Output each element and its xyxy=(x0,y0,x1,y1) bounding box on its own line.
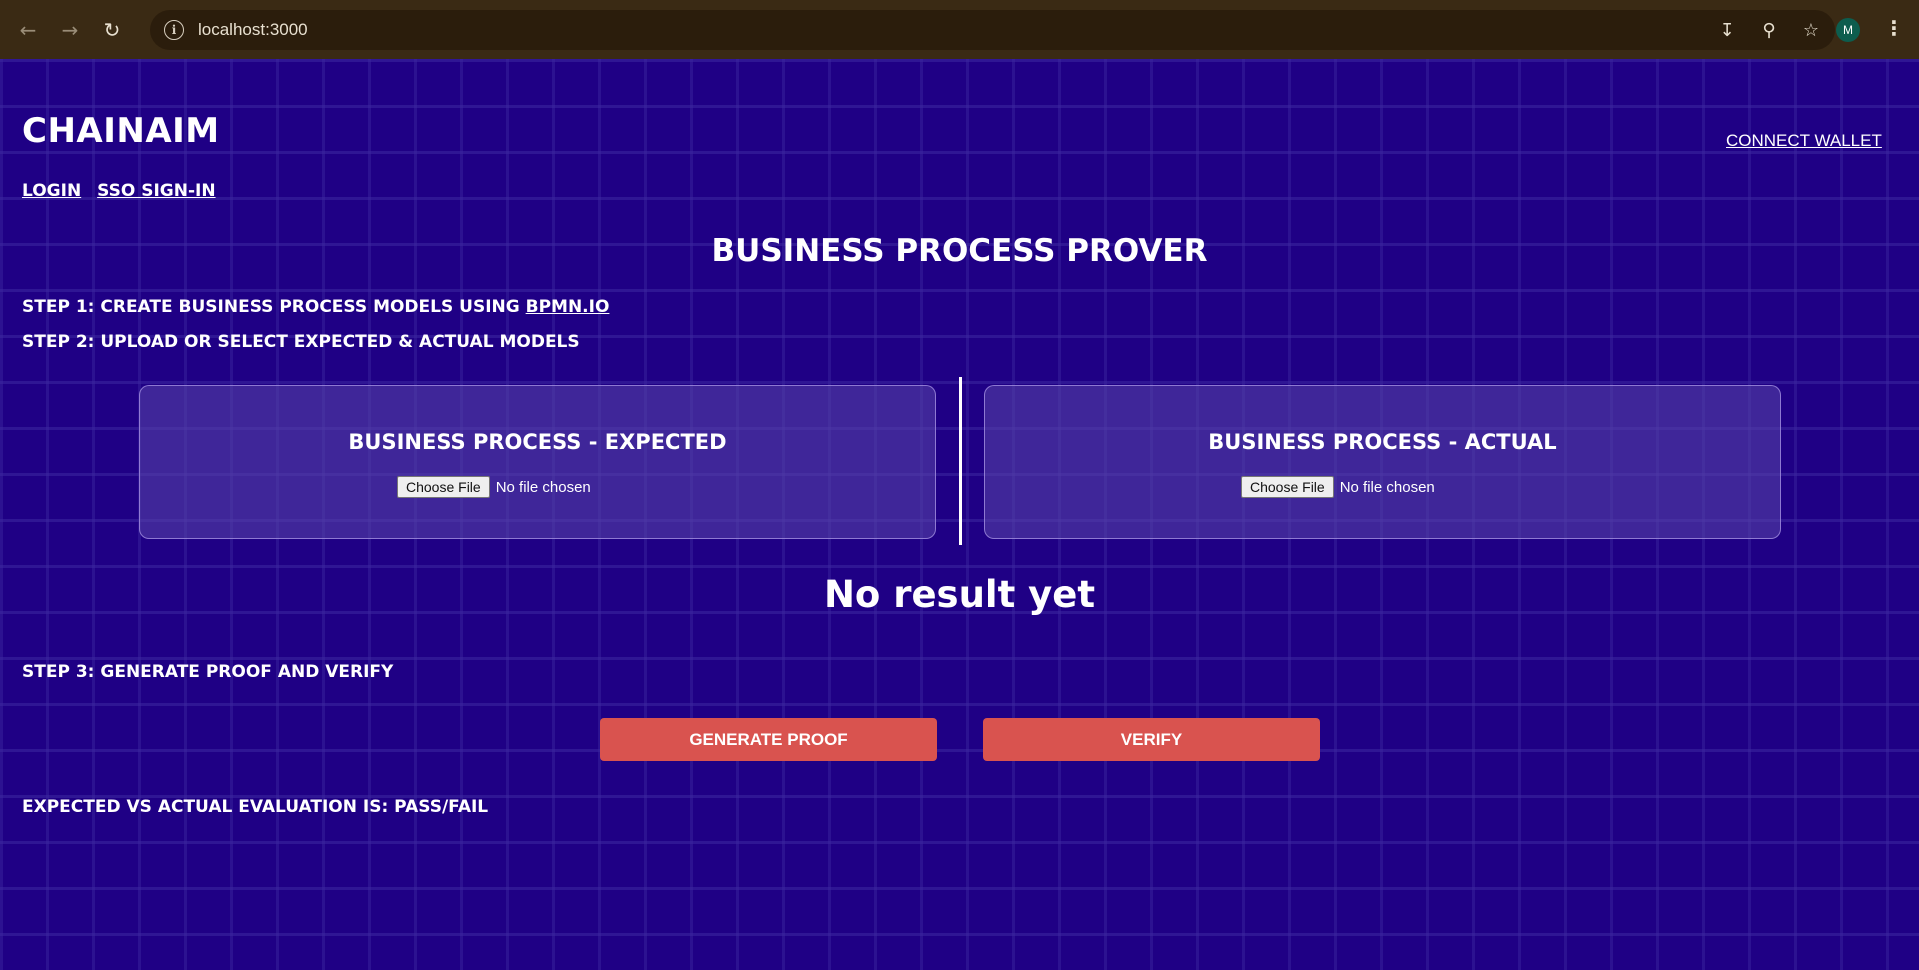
expected-panel: BUSINESS PROCESS - EXPECTED Choose File … xyxy=(139,385,936,539)
profile-avatar[interactable]: M xyxy=(1836,18,1860,42)
auth-links: LOGIN SSO SIGN-IN xyxy=(22,181,226,201)
generate-proof-button[interactable]: GENERATE PROOF xyxy=(600,718,937,761)
browser-toolbar: ← → ↻ i localhost:3000 ↧ ⚲ ☆ M ⋮ xyxy=(0,0,1919,59)
page-content: CHAINAIM CONNECT WALLET LOGIN SSO SIGN-I… xyxy=(0,59,1919,970)
result-text: No result yet xyxy=(823,573,1096,616)
panel-divider xyxy=(959,377,962,545)
zoom-icon[interactable]: ⚲ xyxy=(1759,20,1779,41)
evaluation-text: EXPECTED VS ACTUAL EVALUATION IS: PASS/F… xyxy=(22,797,489,817)
bookmark-star-icon[interactable]: ☆ xyxy=(1801,20,1821,41)
install-icon[interactable]: ↧ xyxy=(1717,20,1737,41)
step3-text: STEP 3: GENERATE PROOF AND VERIFY xyxy=(22,662,394,682)
actual-panel: BUSINESS PROCESS - ACTUAL Choose File No… xyxy=(984,385,1781,539)
expected-title: BUSINESS PROCESS - EXPECTED xyxy=(348,430,727,454)
step1-text: STEP 1: CREATE BUSINESS PROCESS MODELS U… xyxy=(22,297,609,317)
menu-icon[interactable]: ⋮ xyxy=(1884,16,1904,40)
back-icon[interactable]: ← xyxy=(14,16,42,44)
verify-button[interactable]: VERIFY xyxy=(983,718,1320,761)
url-text[interactable]: localhost:3000 xyxy=(198,20,308,40)
actual-title: BUSINESS PROCESS - ACTUAL xyxy=(1208,430,1557,454)
forward-icon[interactable]: → xyxy=(56,16,84,44)
brand-logo: CHAINAIM xyxy=(22,111,220,151)
step2-text: STEP 2: UPLOAD OR SELECT EXPECTED & ACTU… xyxy=(22,332,580,352)
login-link[interactable]: LOGIN xyxy=(22,181,81,201)
actual-file-input[interactable]: Choose File No file chosen xyxy=(1241,476,1435,498)
actual-file-status: No file chosen xyxy=(1339,478,1435,496)
expected-choose-file-button[interactable]: Choose File xyxy=(397,476,490,498)
actual-choose-file-button[interactable]: Choose File xyxy=(1241,476,1334,498)
site-info-icon[interactable]: i xyxy=(164,20,184,40)
sso-signin-link[interactable]: SSO SIGN-IN xyxy=(97,181,215,201)
connect-wallet-link[interactable]: CONNECT WALLET xyxy=(1726,131,1882,151)
page-title: BUSINESS PROCESS PROVER xyxy=(711,233,1208,269)
expected-file-input[interactable]: Choose File No file chosen xyxy=(397,476,591,498)
step1-label: STEP 1: CREATE BUSINESS PROCESS MODELS U… xyxy=(22,297,526,317)
reload-icon[interactable]: ↻ xyxy=(98,16,126,44)
address-bar[interactable]: i localhost:3000 ↧ ⚲ ☆ xyxy=(150,10,1835,50)
bpmn-link[interactable]: BPMN.IO xyxy=(526,297,610,317)
expected-file-status: No file chosen xyxy=(495,478,591,496)
